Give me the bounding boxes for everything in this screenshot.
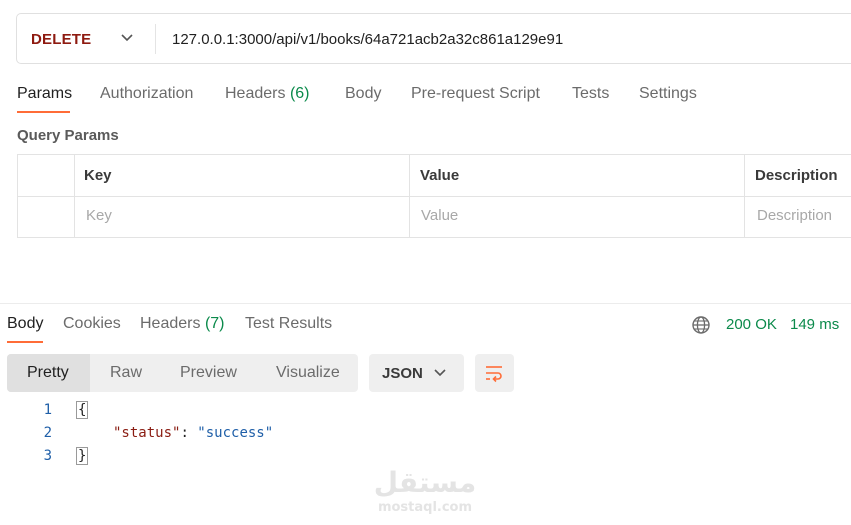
format-preview[interactable]: Preview xyxy=(180,364,237,382)
url-input[interactable]: 127.0.0.1:3000/api/v1/books/64a721acb2a3… xyxy=(172,31,563,48)
response-divider xyxy=(0,303,851,304)
column-divider xyxy=(409,154,410,238)
tab-headers[interactable]: Headers (6) xyxy=(225,85,310,103)
chevron-down-icon[interactable] xyxy=(433,368,447,378)
row-divider xyxy=(17,196,851,197)
svg-text:مستقل: مستقل xyxy=(374,466,476,499)
format-raw[interactable]: Raw xyxy=(110,364,142,382)
svg-text:mostaql.com: mostaql.com xyxy=(378,500,472,515)
divider xyxy=(155,24,156,54)
format-pretty[interactable]: Pretty xyxy=(27,364,69,382)
tab-settings[interactable]: Settings xyxy=(639,85,697,103)
tab-params[interactable]: Params xyxy=(17,85,72,103)
line-number: 3 xyxy=(43,448,52,464)
column-header-description: Description xyxy=(755,167,838,184)
watermark-logo: مستقل mostaql.com xyxy=(374,466,476,515)
json-colon: : xyxy=(180,425,198,441)
wrap-lines-icon[interactable] xyxy=(483,362,505,384)
language-label[interactable]: JSON xyxy=(382,365,423,382)
column-header-value: Value xyxy=(420,167,460,184)
key-input[interactable]: Key xyxy=(86,207,112,224)
json-key: "status" xyxy=(113,425,181,441)
description-input[interactable]: Description xyxy=(757,207,832,224)
response-tab-test-results[interactable]: Test Results xyxy=(245,315,332,333)
query-params-title: Query Params xyxy=(17,127,119,144)
json-close-brace: } xyxy=(76,447,89,465)
json-open-brace: { xyxy=(76,401,89,419)
value-input[interactable]: Value xyxy=(421,207,458,224)
tab-pre-request-script[interactable]: Pre-request Script xyxy=(411,85,540,103)
response-tab-body[interactable]: Body xyxy=(7,315,43,333)
format-visualize[interactable]: Visualize xyxy=(276,364,340,382)
column-divider xyxy=(744,154,745,238)
column-header-key: Key xyxy=(84,167,112,184)
headers-count: (6) xyxy=(289,85,310,102)
response-tab-headers[interactable]: Headers (7) xyxy=(140,315,225,333)
json-string-value: "success" xyxy=(197,425,274,441)
tab-body[interactable]: Body xyxy=(345,85,381,103)
method-select[interactable]: DELETE xyxy=(31,31,91,48)
active-tab-indicator xyxy=(17,111,70,113)
status-code[interactable]: 200 OK xyxy=(726,316,777,333)
tab-tests[interactable]: Tests xyxy=(572,85,609,103)
response-time[interactable]: 149 ms xyxy=(790,316,839,333)
line-number: 2 xyxy=(43,425,52,441)
response-headers-count: (7) xyxy=(204,315,225,332)
globe-icon[interactable] xyxy=(691,315,711,335)
response-tab-cookies[interactable]: Cookies xyxy=(63,315,121,333)
active-response-tab-indicator xyxy=(7,341,43,343)
json-line: "status": "success" xyxy=(113,425,273,441)
line-number: 1 xyxy=(43,402,52,418)
chevron-down-icon[interactable] xyxy=(120,33,134,43)
tab-authorization[interactable]: Authorization xyxy=(100,85,193,103)
column-divider xyxy=(74,154,75,238)
